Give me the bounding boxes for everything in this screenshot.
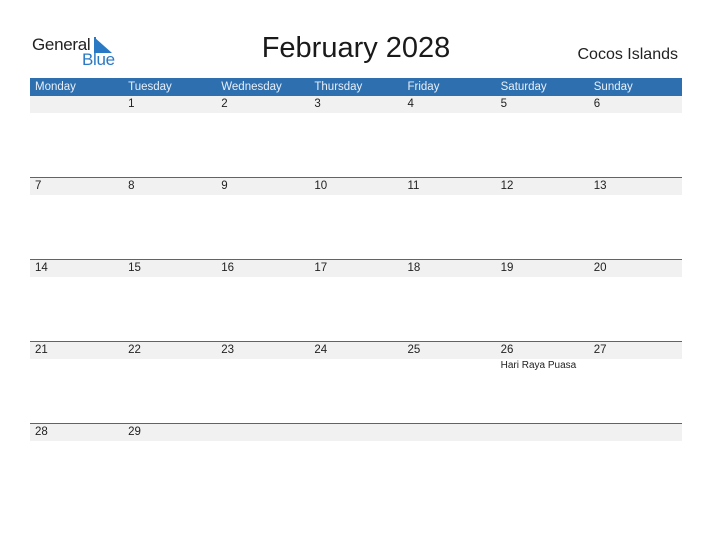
weekday-thursday: Thursday bbox=[314, 81, 363, 93]
week-cells: 14 15 16 17 18 19 20 bbox=[30, 260, 682, 277]
day-number: 29 bbox=[128, 426, 141, 438]
weekday-sunday: Sunday bbox=[593, 81, 633, 93]
day-cell: 15 bbox=[123, 260, 216, 277]
day-number bbox=[314, 424, 402, 441]
day-number bbox=[35, 96, 123, 113]
day-cell: 9 bbox=[216, 178, 309, 195]
week-cells: 28 29 bbox=[30, 424, 682, 441]
day-number: 27 bbox=[593, 344, 607, 356]
day-number: 4 bbox=[407, 98, 414, 110]
day-number: 13 bbox=[593, 180, 607, 192]
calendar: Monday Tuesday Wednesday Thursday Friday… bbox=[30, 78, 682, 505]
day-cell: 10 bbox=[309, 178, 402, 195]
country-name: Cocos Islands bbox=[577, 46, 679, 63]
day-cell: 3 bbox=[309, 96, 402, 113]
day-number: 20 bbox=[593, 262, 607, 274]
day-cell: 7 bbox=[30, 178, 123, 195]
day-cell: 14 bbox=[30, 260, 123, 277]
day-number bbox=[501, 424, 589, 441]
day-number: 12 bbox=[500, 180, 514, 192]
day-cell: 20 bbox=[589, 260, 682, 277]
day-number: 22 bbox=[128, 344, 141, 356]
day-cell: 23 bbox=[216, 342, 309, 373]
day-cell bbox=[309, 424, 402, 441]
day-cell: 22 bbox=[123, 342, 216, 373]
day-cell: 2 bbox=[216, 96, 309, 113]
day-number: 26 bbox=[500, 344, 514, 356]
day-cell bbox=[403, 424, 496, 441]
week-cells: 7 8 9 10 11 12 13 bbox=[30, 178, 682, 195]
day-cell: 17 bbox=[309, 260, 402, 277]
weeks-container: 1 2 3 4 5 6 7 8 9 10 11 12 13 14 15 16 17 18 19 20 21 22 23 24 2… bbox=[30, 96, 682, 505]
day-number: 19 bbox=[500, 262, 514, 274]
day-number: 8 bbox=[128, 180, 135, 192]
day-cell: 6 bbox=[589, 96, 682, 113]
day-number: 14 bbox=[35, 262, 48, 274]
day-number: 23 bbox=[221, 344, 235, 356]
weekday-header: Monday Tuesday Wednesday Thursday Friday… bbox=[30, 78, 682, 96]
day-number: 18 bbox=[407, 262, 421, 274]
day-cell: 1 bbox=[123, 96, 216, 113]
day-cell: 25 bbox=[403, 342, 496, 373]
week-row: 28 29 bbox=[30, 423, 682, 505]
day-cell: 16 bbox=[216, 260, 309, 277]
day-cell: 8 bbox=[123, 178, 216, 195]
week-row: 1 2 3 4 5 6 bbox=[30, 96, 682, 177]
day-cell bbox=[496, 424, 589, 441]
day-cell: 4 bbox=[403, 96, 496, 113]
day-number: 1 bbox=[128, 98, 135, 110]
day-number: 2 bbox=[221, 98, 228, 110]
day-cell: 21 bbox=[30, 342, 123, 373]
day-number: 3 bbox=[314, 98, 321, 110]
weekday-saturday: Saturday bbox=[500, 81, 547, 93]
week-cells: 1 2 3 4 5 6 bbox=[30, 96, 682, 113]
day-cell: 5 bbox=[496, 96, 589, 113]
day-cell bbox=[216, 424, 309, 441]
day-number: 7 bbox=[35, 180, 42, 192]
holiday-label: Hari Raya Puasa bbox=[500, 360, 577, 371]
weekday-friday: Friday bbox=[407, 81, 440, 93]
day-number: 17 bbox=[314, 262, 328, 274]
week-row: 21 22 23 24 25 26 Hari Raya Puasa 27 bbox=[30, 341, 682, 423]
day-number bbox=[594, 424, 682, 441]
day-cell: 27 bbox=[589, 342, 682, 373]
day-number: 28 bbox=[35, 426, 48, 438]
day-number bbox=[221, 424, 309, 441]
day-cell: 19 bbox=[496, 260, 589, 277]
week-row: 7 8 9 10 11 12 13 bbox=[30, 177, 682, 259]
day-number: 10 bbox=[314, 180, 328, 192]
weekday-monday: Monday bbox=[35, 81, 76, 93]
day-cell bbox=[30, 96, 123, 113]
week-row: 14 15 16 17 18 19 20 bbox=[30, 259, 682, 341]
day-number: 21 bbox=[35, 344, 48, 356]
day-cell: 13 bbox=[589, 178, 682, 195]
day-number: 15 bbox=[128, 262, 141, 274]
day-number: 24 bbox=[314, 344, 328, 356]
day-cell: 24 bbox=[309, 342, 402, 373]
day-number: 6 bbox=[593, 98, 601, 110]
day-number: 25 bbox=[407, 344, 421, 356]
day-cell: 11 bbox=[403, 178, 496, 195]
day-cell: 28 bbox=[30, 424, 123, 441]
day-number bbox=[408, 424, 496, 441]
day-number: 11 bbox=[407, 180, 420, 192]
day-cell: 26 Hari Raya Puasa bbox=[496, 342, 589, 373]
day-number: 16 bbox=[221, 262, 235, 274]
week-cells: 21 22 23 24 25 26 Hari Raya Puasa 27 bbox=[30, 342, 682, 373]
day-cell: 12 bbox=[496, 178, 589, 195]
day-cell: 29 bbox=[123, 424, 216, 441]
day-cell: 18 bbox=[403, 260, 496, 277]
day-number: 5 bbox=[500, 98, 508, 110]
weekday-wednesday: Wednesday bbox=[221, 81, 282, 93]
day-cell bbox=[589, 424, 682, 441]
weekday-tuesday: Tuesday bbox=[128, 81, 172, 93]
day-number: 9 bbox=[221, 180, 228, 192]
